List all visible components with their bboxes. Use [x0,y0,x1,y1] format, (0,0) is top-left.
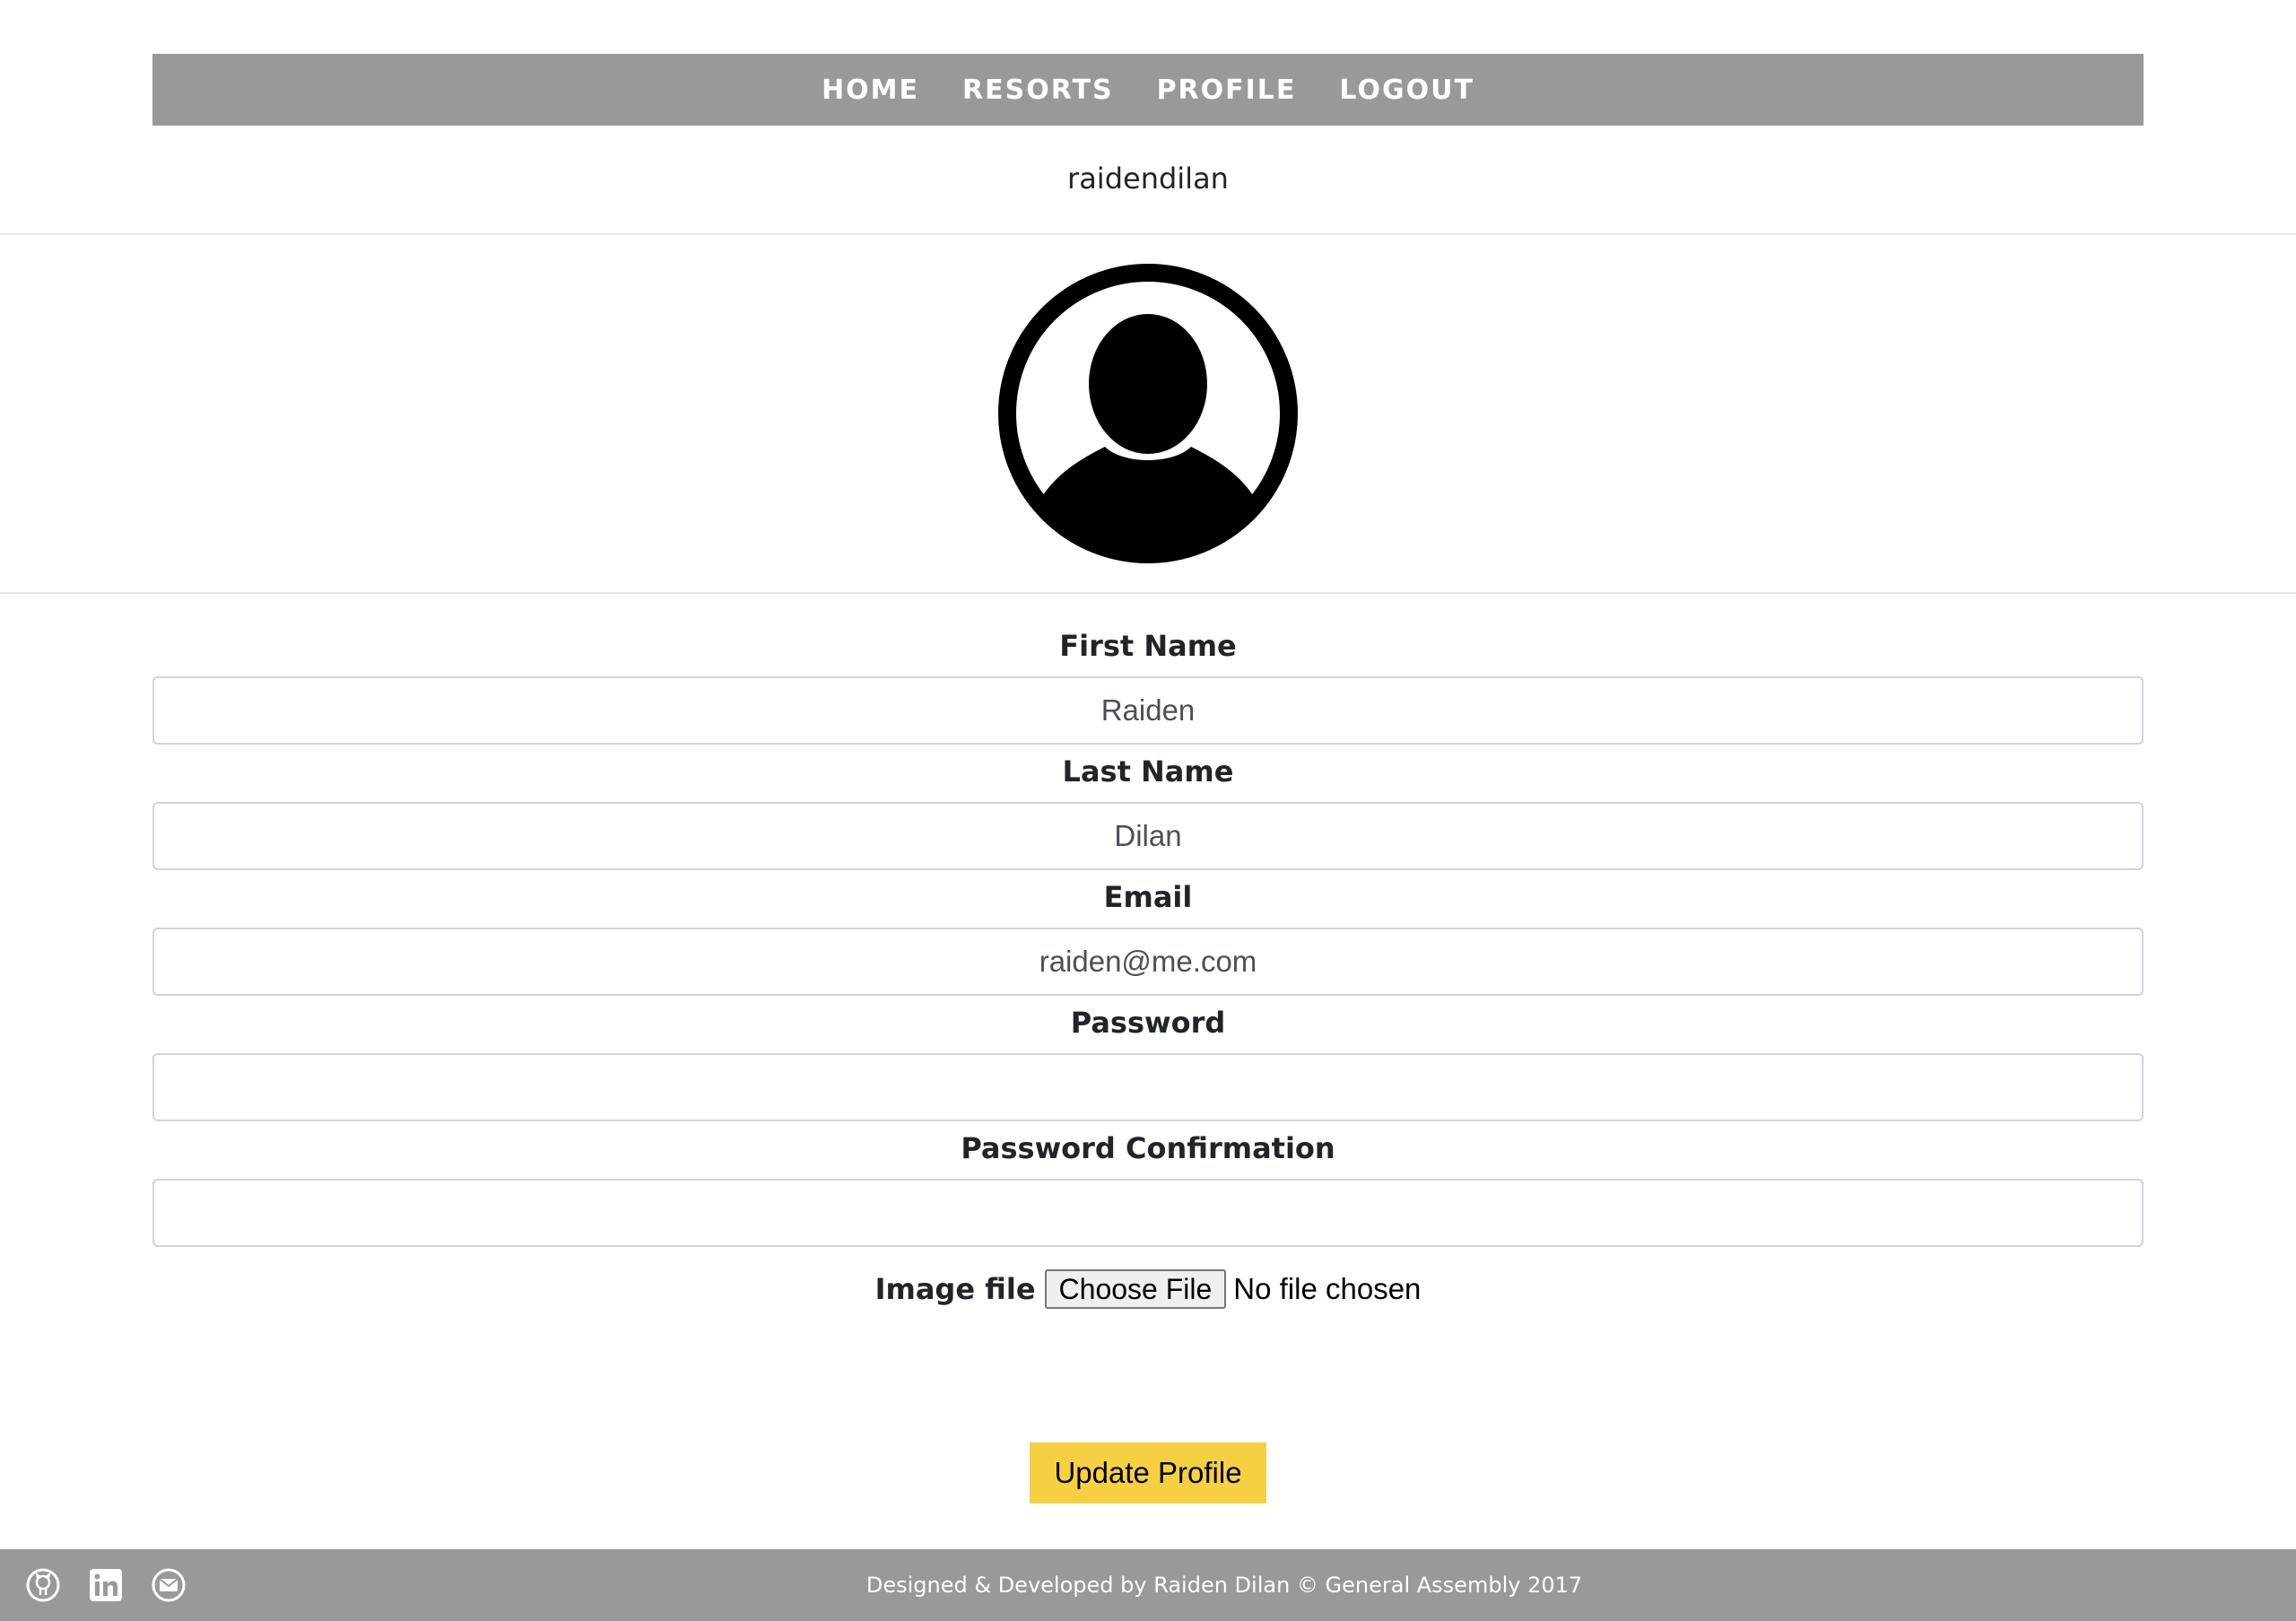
top-navbar: HOME RESORTS PROFILE LOGOUT [152,54,2144,126]
image-file-label: Image file [874,1272,1036,1306]
linkedin-icon[interactable] [88,1567,124,1603]
nav-profile-link[interactable]: PROFILE [1157,74,1297,106]
section-divider-top [0,233,2296,235]
nav-resorts-link[interactable]: RESORTS [962,74,1114,106]
password-confirmation-label: Password Confirmation [961,1131,1335,1165]
password-confirmation-field[interactable] [152,1179,2144,1247]
footer-credit-text: Designed & Developed by Raiden Dilan © G… [865,1573,1583,1598]
choose-file-button[interactable]: Choose File [1044,1269,1227,1309]
profile-username: raidendilan [1067,161,1229,196]
first-name-field[interactable] [152,676,2144,745]
nav-logout-link[interactable]: LOGOUT [1339,74,1474,106]
last-name-label: Last Name [1062,754,1234,789]
email-label: Email [1103,880,1193,914]
email-field[interactable] [152,928,2144,996]
update-profile-button[interactable]: Update Profile [1030,1442,1266,1503]
file-status-text: No file chosen [1233,1272,1422,1305]
image-file-row: Image file Choose File No file chosen [152,1267,2144,1312]
email-icon[interactable] [151,1567,187,1603]
github-icon[interactable] [25,1567,61,1603]
footer-social-icons [25,1567,187,1603]
user-avatar-icon [998,264,1298,563]
first-name-label: First Name [1059,629,1237,663]
page-footer: Designed & Developed by Raiden Dilan © G… [0,1549,2296,1621]
edit-profile-form: First Name Last Name Email Password Pass… [152,619,2144,1312]
nav-home-link[interactable]: HOME [822,74,919,106]
password-label: Password [1070,1006,1226,1040]
password-field[interactable] [152,1053,2144,1121]
submit-wrapper: Update Profile [0,1442,2296,1503]
section-divider-bottom [0,592,2296,594]
last-name-field[interactable] [152,802,2144,870]
